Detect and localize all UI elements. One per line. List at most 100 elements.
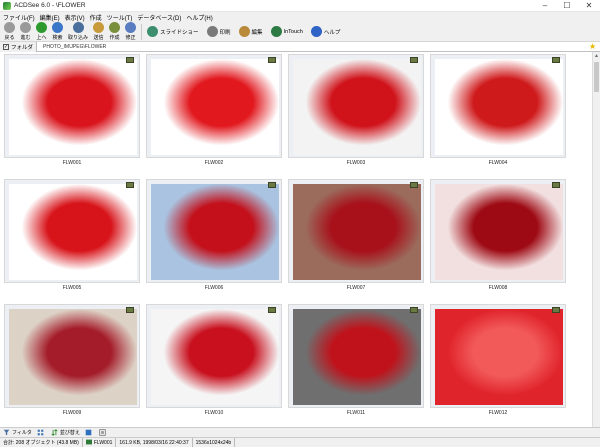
thumbnail-label: FLW008	[488, 285, 508, 291]
thumbnail-frame	[4, 179, 140, 283]
thumbnail-frame	[146, 54, 282, 158]
thumbnail-image	[293, 309, 421, 405]
toolbar-icon-1	[20, 22, 31, 33]
thumbnail-label: FLW002	[204, 160, 224, 166]
checkbox-icon: ✓	[3, 43, 9, 50]
file-type-badge-icon	[410, 307, 418, 313]
thumbnail-item[interactable]: FLW012	[430, 304, 566, 419]
toolbar-button-4[interactable]: 取り込み	[68, 22, 88, 42]
path-field[interactable]: PHOTO_IM\JPEG\FLOWER	[43, 44, 589, 50]
maximize-button[interactable]: ☐	[556, 0, 578, 12]
toolbar-icon-6	[109, 22, 121, 33]
thumbnail-image	[435, 59, 563, 155]
toolbar-button-1[interactable]: 進む	[20, 22, 31, 42]
thumbnail-image	[9, 59, 137, 155]
close-button[interactable]: ✕	[578, 0, 600, 12]
toolbar-wide-label-2: 編集	[251, 29, 263, 36]
menu-edit[interactable]: 編集(E)	[40, 13, 60, 22]
thumbnail-image	[435, 309, 563, 405]
menu-create[interactable]: 作成	[90, 13, 102, 22]
thumbnail-item[interactable]: FLW006	[146, 179, 282, 294]
thumbnail-frame	[288, 54, 424, 158]
thumbnail-image	[293, 184, 421, 280]
toolbar-label-6: 作成	[109, 35, 120, 41]
folder-tab[interactable]: ✓ フォルダ	[0, 41, 38, 52]
toolbar-label-4: 取り込み	[68, 35, 89, 41]
thumbnail-grid: FLW001 FLW002 FLW003 FLW004 FLW005 FLW006 FLW0…	[0, 52, 592, 437]
toolbar-wide-icon-1	[206, 26, 218, 37]
sort-label: 並び替え	[59, 430, 80, 436]
thumbnail-frame	[288, 304, 424, 408]
toolbar-wide-button-4[interactable]: ヘルプ	[310, 22, 341, 42]
toolbar-wide-label-0: スライドショー	[160, 29, 199, 36]
toolbar-button-2[interactable]: 上へ	[36, 22, 47, 42]
minimize-button[interactable]: –	[534, 0, 556, 12]
menu-view[interactable]: 表示(V)	[65, 13, 85, 22]
toolbar-button-5[interactable]: 送信	[93, 22, 105, 42]
thumbnail-frame	[430, 304, 566, 408]
toolbar-wide-label-1: 印刷	[219, 29, 231, 36]
toolbar-button-0[interactable]: 戻る	[4, 22, 15, 42]
menu-database[interactable]: データベース(D)	[137, 13, 181, 22]
thumbnail-image	[151, 184, 279, 280]
toolbar-label-2: 上へ	[36, 35, 47, 41]
toolbar-wide-label-4: ヘルプ	[323, 29, 341, 36]
thumbnail-label: FLW010	[204, 410, 224, 416]
toolbar-wide-button-2[interactable]: 編集	[238, 22, 263, 42]
toolbar-button-3[interactable]: 検索	[52, 22, 63, 42]
thumbnail-item[interactable]: FLW011	[288, 304, 424, 419]
toolbar-separator	[141, 23, 143, 40]
scroll-thumb[interactable]	[594, 62, 599, 92]
toolbar-wide-button-0[interactable]: スライドショー	[147, 22, 199, 42]
menu-tools[interactable]: ツール(T)	[107, 13, 133, 22]
sort-icon	[51, 429, 58, 436]
sort-button[interactable]: 並び替え	[51, 429, 80, 436]
menu-help[interactable]: ヘルプ(H)	[186, 13, 212, 22]
toolbar: 戻る 進む 上へ 検索 取り込み 送信 作成 修正 スライドショー 印刷 編集 InTouch ヘルプ	[0, 22, 600, 42]
toolbar-wide-icon-4	[310, 26, 322, 37]
address-bar: ✓ フォルダ PHOTO_IM\JPEG\FLOWER ★	[0, 41, 600, 52]
toolbar-wide-button-1[interactable]: 印刷	[206, 22, 231, 42]
thumbnail-frame	[430, 179, 566, 283]
toolbar-button-6[interactable]: 作成	[109, 22, 121, 42]
toolbar-wide-icon-0	[147, 26, 159, 37]
toolbar-label-1: 進む	[20, 35, 31, 41]
thumbnail-item[interactable]: FLW001	[4, 54, 140, 169]
thumbnail-item[interactable]: FLW002	[146, 54, 282, 169]
favorite-star-icon[interactable]: ★	[589, 42, 598, 51]
thumbnail-item[interactable]: FLW010	[146, 304, 282, 419]
view-mode-button[interactable]	[37, 429, 46, 436]
thumbnail-image	[293, 59, 421, 155]
thumbnail-label: FLW007	[346, 285, 366, 291]
menu-file[interactable]: ファイル(F)	[3, 13, 35, 22]
thumbnail-item[interactable]: FLW003	[288, 54, 424, 169]
scroll-up-icon[interactable]: ▲	[593, 52, 600, 60]
toolbar-button-7[interactable]: 修正	[125, 22, 137, 42]
thumbnail-label: FLW001	[62, 160, 82, 166]
toolbar-label-7: 修正	[125, 35, 136, 41]
status-info: 161.9 KB, 1998/03/16 22:40:37	[116, 437, 193, 447]
thumbnail-label: FLW009	[62, 410, 82, 416]
toolbar-icon-2	[36, 22, 47, 33]
thumbnail-label: FLW012	[488, 410, 508, 416]
folder-tab-label: フォルダ	[11, 44, 34, 51]
vertical-scrollbar[interactable]: ▲	[592, 52, 600, 437]
preview-toggle-button[interactable]	[99, 429, 108, 436]
toolbar-wide-label-3: InTouch	[283, 28, 303, 35]
file-type-badge-icon	[268, 57, 276, 63]
thumbnail-item[interactable]: FLW005	[4, 179, 140, 294]
filter-button[interactable]: フィルタ	[3, 429, 32, 436]
thumbnail-label: FLW006	[204, 285, 224, 291]
acdsee-app-icon	[3, 1, 11, 10]
thumbnail-image	[9, 309, 137, 405]
status-file: FLW001	[83, 437, 117, 447]
thumbnail-item[interactable]: FLW009	[4, 304, 140, 419]
toolbar-wide-button-3[interactable]: InTouch	[270, 22, 303, 42]
thumbnail-image	[435, 184, 563, 280]
select-all-button[interactable]	[85, 429, 94, 436]
thumbnail-item[interactable]: FLW008	[430, 179, 566, 294]
toolbar-icon-0	[4, 22, 15, 33]
thumbnail-item[interactable]: FLW004	[430, 54, 566, 169]
title-bar: ACDSee 6.0 - \FLOWER – ☐ ✕	[0, 0, 600, 12]
thumbnail-item[interactable]: FLW007	[288, 179, 424, 294]
